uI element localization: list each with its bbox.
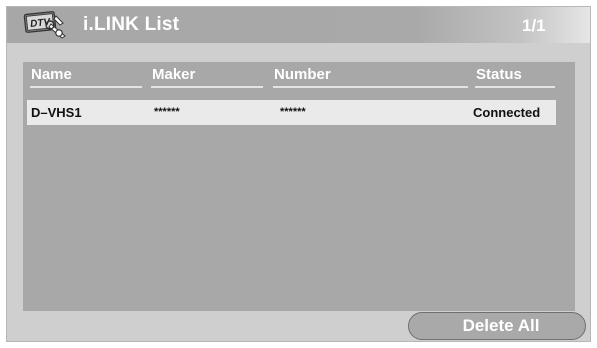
device-name: D–VHS1 [31,105,82,120]
column-header-maker-label: Maker [152,66,196,83]
title-bar: DTV i.LINK List 1/1 [7,7,590,43]
column-header-number: Number [273,66,468,88]
device-list: Name Maker Number Status D–VHS1 ****** *… [23,62,575,311]
device-maker: ****** [154,106,180,118]
column-header-name: Name [30,66,142,88]
device-status: Connected [473,105,541,120]
column-header-name-label: Name [31,66,72,83]
divider [273,86,468,88]
divider [30,86,142,88]
column-header-status-label: Status [476,66,522,83]
window-title: i.LINK List [83,14,180,35]
column-header-number-label: Number [274,66,331,83]
dtv-logo-icon: DTV [23,11,66,39]
divider [475,86,555,88]
column-header-status: Status [475,66,555,88]
table-row[interactable]: D–VHS1 ****** ****** Connected [27,100,556,125]
delete-all-button[interactable]: Delete All [408,312,586,340]
ilink-list-window: DTV i.LINK List 1/1 Name Maker Number St… [6,6,591,342]
column-header-maker: Maker [151,66,263,88]
page-indicator: 1/1 [522,16,546,35]
device-number: ****** [280,106,306,118]
divider [151,86,263,88]
